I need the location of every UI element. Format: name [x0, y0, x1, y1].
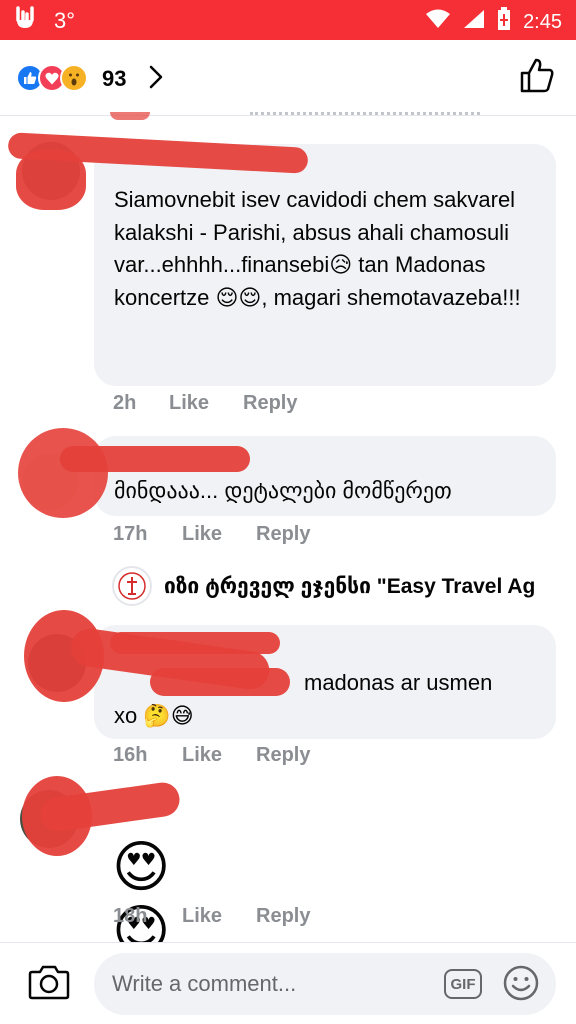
comment-actions: 17h Like Reply — [113, 523, 310, 546]
redaction-scribble — [150, 668, 290, 696]
comment-input[interactable] — [94, 953, 556, 1015]
clock-time: 2:45 — [523, 10, 562, 33]
comments-screen: 3° 2:45 93 Siamovnebit isev cavidodi che… — [0, 0, 576, 1024]
emoji-picker-icon[interactable] — [502, 964, 540, 1007]
comment-time: 16h — [113, 744, 148, 766]
reactions-header: 93 — [0, 40, 576, 116]
gif-button[interactable]: GIF — [444, 969, 482, 999]
rock-hand-icon — [14, 6, 36, 36]
redaction-scribble — [60, 446, 250, 472]
signal-icon — [463, 9, 485, 35]
comment-time: 18h — [113, 905, 148, 927]
reaction-summary[interactable] — [16, 64, 88, 92]
like-post-button[interactable] — [520, 58, 554, 99]
like-link[interactable]: Like — [182, 523, 256, 546]
status-bar: 3° 2:45 — [0, 0, 576, 40]
reply-link[interactable]: Reply — [256, 905, 310, 928]
camera-icon[interactable] — [28, 963, 70, 1006]
comment-actions: 2h Like Reply — [113, 392, 297, 415]
wow-reaction-icon — [60, 64, 88, 92]
reply-author-name[interactable]: იზი ტრეველ ეჯენსი "Easy Travel Ag — [164, 574, 535, 599]
like-link[interactable]: Like — [182, 744, 256, 767]
comment-composer: GIF — [0, 942, 576, 1024]
reply-link[interactable]: Reply — [256, 523, 310, 546]
previous-comment-fragment — [110, 112, 150, 120]
comment-actions: 18h Like Reply — [113, 905, 310, 928]
comment-bubble[interactable]: Siamovnebit isev cavidodi chem sakvarel … — [94, 144, 556, 386]
redaction-scribble — [16, 150, 86, 210]
reply-link[interactable]: Reply — [256, 744, 310, 767]
previous-comment-fragment-line — [250, 112, 480, 116]
comment-actions: 16h Like Reply — [113, 744, 310, 767]
reply-link[interactable]: Reply — [243, 392, 297, 415]
comment-text-line-2: xo 🤔😅 — [114, 702, 194, 728]
chevron-right-icon[interactable] — [148, 64, 164, 95]
battery-charging-icon — [497, 7, 511, 37]
like-link[interactable]: Like — [169, 392, 243, 415]
temperature: 3° — [54, 8, 76, 33]
redaction-scribble — [110, 632, 280, 654]
like-link[interactable]: Like — [182, 905, 256, 928]
page-avatar[interactable] — [112, 566, 152, 606]
redaction-scribble — [18, 428, 108, 518]
reaction-count[interactable]: 93 — [102, 66, 126, 92]
comment-time: 2h — [113, 392, 137, 414]
comment-time: 17h — [113, 523, 148, 545]
wifi-icon — [425, 9, 451, 35]
comment-text: მინდააა... დეტალები მომწერეთ — [114, 478, 452, 503]
comment-text: Siamovnebit isev cavidodi chem sakvarel … — [114, 187, 521, 310]
